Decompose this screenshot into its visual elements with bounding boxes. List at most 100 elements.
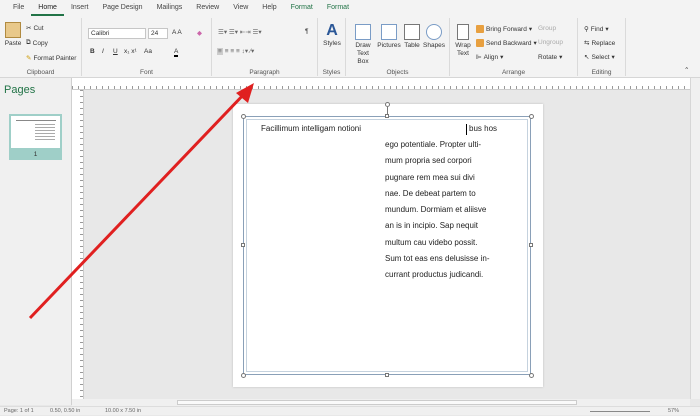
text-cursor: [466, 124, 467, 135]
text-column[interactable]: ego potentiale. Propter ulti- mum propri…: [385, 137, 490, 284]
shapes-label: Shapes: [423, 42, 446, 49]
pictures-icon: [381, 24, 397, 40]
collapse-ribbon-icon[interactable]: ⌃: [684, 66, 689, 74]
resize-handle[interactable]: [241, 114, 246, 119]
replace-icon: ⇆: [584, 40, 590, 47]
tab-page-design[interactable]: Page Design: [95, 0, 149, 16]
scissors-icon: ✂: [26, 25, 32, 32]
resize-handle[interactable]: [529, 114, 534, 119]
resize-handle[interactable]: [529, 243, 533, 247]
find-label: Find: [590, 25, 604, 33]
wrap-text-button[interactable]: Wrap Text: [454, 24, 472, 58]
grow-font-button[interactable]: A A: [172, 29, 182, 36]
cursor-icon: ↖: [584, 54, 590, 61]
tab-insert[interactable]: Insert: [64, 0, 96, 16]
group-label: Group: [538, 25, 557, 32]
format-painter-label: Format Painter: [33, 54, 77, 62]
pictures-button[interactable]: Pictures: [377, 24, 401, 50]
tab-mailings[interactable]: Mailings: [150, 0, 190, 16]
status-bar: Page: 1 of 1 0.50, 0.50 in 10.00 x 7.50 …: [0, 406, 700, 415]
subscript-button[interactable]: x₁ x¹: [124, 48, 137, 55]
paste-label: Paste: [4, 40, 22, 47]
wrap-text-icon: [457, 24, 469, 40]
resize-handle[interactable]: [241, 373, 246, 378]
horizontal-ruler[interactable]: [72, 78, 690, 90]
text-first-line-right[interactable]: bus hos: [469, 121, 497, 137]
send-backward-button[interactable]: Send Backward ▾: [476, 39, 537, 47]
text-line: mum propria sed corpori: [385, 156, 472, 166]
objects-group: Draw Text Box Pictures Table Shapes Obje…: [346, 18, 450, 76]
arrange-group: Wrap Text Bring Forward ▾ Send Backward …: [450, 18, 578, 76]
draw-text-box-button[interactable]: Draw Text Box: [351, 24, 375, 66]
table-button[interactable]: Table: [403, 24, 421, 50]
find-button[interactable]: ⚲ Find ▾: [584, 25, 609, 34]
tab-format-1[interactable]: Format: [284, 0, 320, 16]
show-marks-button[interactable]: ¶: [305, 28, 309, 35]
tab-file[interactable]: File: [6, 0, 31, 16]
cut-button[interactable]: ✂ Cut: [26, 24, 44, 33]
page-thumbnail-number[interactable]: 1: [9, 150, 62, 160]
clear-formatting-icon[interactable]: ◆: [197, 29, 202, 37]
tab-format-2[interactable]: Format: [320, 0, 356, 16]
rotate-handle-stem: [387, 107, 388, 115]
wrap-text-label: Wrap Text: [455, 42, 471, 57]
send-backward-icon: [476, 39, 484, 47]
copy-label: Copy: [32, 39, 48, 47]
copy-button[interactable]: ⧉ Copy: [26, 39, 48, 47]
copy-icon: ⧉: [26, 39, 31, 46]
styles-button[interactable]: A Styles: [321, 22, 343, 48]
text-line: an is in incipio. Sap nequit: [385, 221, 478, 231]
tab-home[interactable]: Home: [31, 0, 64, 16]
bold-button[interactable]: B: [90, 48, 95, 55]
text-line: Sum tot eas ens delusisse in-: [385, 254, 490, 264]
tab-help[interactable]: Help: [255, 0, 283, 16]
font-name-select[interactable]: Calibri: [88, 28, 146, 39]
send-backward-label: Send Backward: [486, 39, 532, 47]
text-line: nae. De debeat partem to: [385, 188, 476, 198]
styles-label: Styles: [322, 69, 341, 76]
tab-view[interactable]: View: [226, 0, 255, 16]
bullets-button[interactable]: ☰▾ ☰▾ ⇤⇥ ☰▾: [218, 28, 262, 36]
align-icon: ⊫: [476, 54, 482, 61]
underline-button[interactable]: U: [113, 48, 118, 55]
scrollbar-thumb[interactable]: [177, 400, 577, 405]
bring-forward-button[interactable]: Bring Forward ▾: [476, 25, 532, 33]
group-button[interactable]: Group: [538, 25, 556, 32]
resize-handle[interactable]: [241, 243, 245, 247]
bring-forward-label: Bring Forward: [486, 25, 527, 33]
italic-button[interactable]: I: [102, 48, 104, 55]
shapes-button[interactable]: Shapes: [423, 24, 445, 50]
resize-handle[interactable]: [385, 373, 389, 377]
draw-text-box-label: Draw Text Box: [355, 42, 371, 65]
paragraph-group: ☰▾ ☰▾ ⇤⇥ ☰▾ ¶ ≡ ≡ ≡ ≡ ↕▾ ⁄▾ Paragraph: [212, 18, 318, 76]
text-first-line-left[interactable]: Facillimum intelligam notioni: [261, 121, 361, 137]
zoom-slider[interactable]: [590, 411, 650, 412]
vertical-scrollbar[interactable]: [690, 78, 700, 399]
rotate-button[interactable]: Rotate ▾: [538, 53, 562, 62]
pictures-label: Pictures: [377, 42, 401, 49]
tab-review[interactable]: Review: [189, 0, 226, 16]
replace-button[interactable]: ⇆ Replace: [584, 39, 615, 48]
text-line: multum cau videbo possit.: [385, 237, 478, 247]
pages-pane-title: Pages: [4, 84, 36, 96]
font-label: Font: [139, 69, 153, 76]
ribbon-tabs: File Home Insert Page Design Mailings Re…: [0, 0, 700, 16]
select-button[interactable]: ↖ Select ▾: [584, 53, 615, 62]
paste-button[interactable]: Paste: [3, 22, 23, 48]
clipboard-label: Clipboard: [26, 69, 55, 76]
format-painter-button[interactable]: ✎ Format Painter: [26, 54, 77, 63]
ungroup-button[interactable]: Ungroup: [538, 39, 563, 46]
vertical-ruler[interactable]: [72, 90, 84, 399]
font-color-button[interactable]: A: [174, 48, 179, 57]
text-line: mundum. Dormiam et aliisve: [385, 205, 487, 215]
table-icon: [404, 24, 420, 40]
align-buttons[interactable]: ≡ ≡ ≡ ≡ ↕▾ ⁄▾: [217, 47, 254, 55]
change-case-button[interactable]: Aa: [144, 48, 152, 55]
resize-handle[interactable]: [529, 373, 534, 378]
align-button[interactable]: ⊫ Align ▾: [476, 53, 503, 62]
page-thumbnail[interactable]: [9, 114, 62, 150]
arrange-label: Arrange: [501, 69, 526, 76]
horizontal-scrollbar[interactable]: [72, 399, 690, 406]
paragraph-label: Paragraph: [249, 69, 280, 76]
font-size-select[interactable]: 24: [148, 28, 168, 39]
